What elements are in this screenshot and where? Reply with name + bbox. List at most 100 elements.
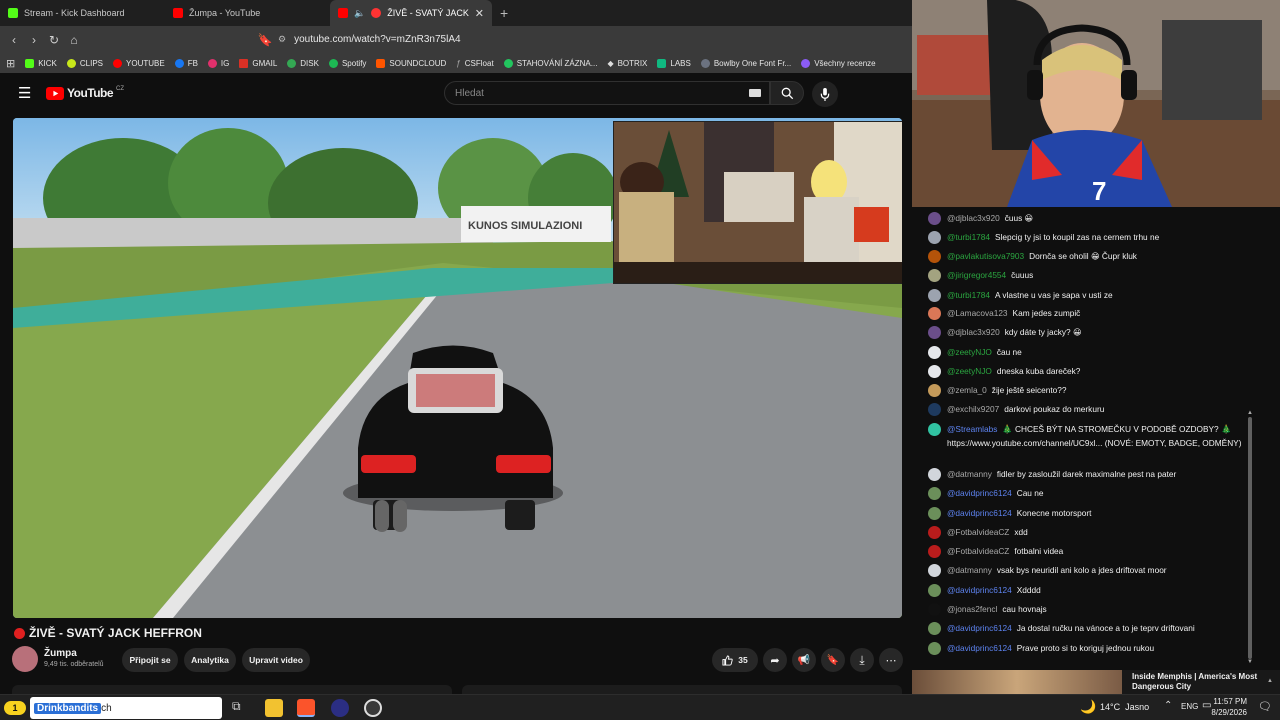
task-view-icon[interactable]: ⧉ xyxy=(232,699,241,714)
chat-username[interactable]: @FotbalvideaCZ xyxy=(947,546,1009,556)
bookmark-stahovani[interactable]: STAHOVÁNÍ ZÁZNA... xyxy=(503,58,597,68)
bookmark-fb[interactable]: FB xyxy=(174,58,198,68)
bookmark-kick[interactable]: KICK xyxy=(25,58,57,68)
bookmark-page-icon[interactable]: 🔖 xyxy=(255,33,275,47)
download-button[interactable]: ⤓ xyxy=(850,648,874,672)
bookmark-clips[interactable]: CLIPS xyxy=(66,58,103,68)
chat-avatar[interactable] xyxy=(928,642,941,655)
video-player[interactable]: KUNOS SIMULAZIONI xyxy=(13,118,902,618)
file-explorer-icon[interactable] xyxy=(265,699,283,717)
chat-username[interactable]: @davidprinc6124 xyxy=(947,488,1012,498)
voice-search-button[interactable] xyxy=(812,81,838,107)
chat-username[interactable]: @davidprinc6124 xyxy=(947,623,1012,633)
chat-scrollbar[interactable] xyxy=(1248,417,1252,659)
chat-username[interactable]: @pavlakutisova7903 xyxy=(947,251,1024,261)
clock-date[interactable]: 8/29/2026 xyxy=(1200,708,1247,717)
chat-username[interactable]: @djblac3x920 xyxy=(947,213,1000,223)
join-button[interactable]: Připojit se xyxy=(122,648,178,672)
bookmark-disk[interactable]: DISK xyxy=(287,58,319,68)
chat-avatar[interactable] xyxy=(928,545,941,558)
tab-zumpa-youtube[interactable]: Žumpa - YouTube xyxy=(165,0,330,26)
chat-username[interactable]: @zemla_0 xyxy=(947,385,987,395)
channel-avatar[interactable] xyxy=(12,646,38,672)
chat-username[interactable]: @turbi1784 xyxy=(947,290,990,300)
chat-avatar[interactable] xyxy=(928,250,941,263)
scroll-up-icon[interactable]: ▲ xyxy=(1267,678,1273,684)
save-button[interactable]: 🔖 xyxy=(821,648,845,672)
forward-icon[interactable]: › xyxy=(24,33,44,47)
chat-avatar[interactable] xyxy=(928,487,941,500)
close-tab-icon[interactable]: ✕ xyxy=(475,7,484,20)
more-actions-button[interactable]: ⋯ xyxy=(879,648,903,672)
edit-video-button[interactable]: Upravit video xyxy=(242,648,310,672)
bookmark-recenze[interactable]: Všechny recenze xyxy=(801,58,876,68)
chat-username[interactable]: @datmanny xyxy=(947,565,992,575)
home-icon[interactable]: ⌂ xyxy=(64,33,84,47)
bookmark-ig[interactable]: IG xyxy=(207,58,229,68)
chat-avatar[interactable] xyxy=(928,307,941,320)
tray-expand-icon[interactable]: ⌃ xyxy=(1164,700,1172,711)
chat-username[interactable]: @Streamlabs xyxy=(947,424,997,434)
reload-icon[interactable]: ↻ xyxy=(44,33,64,47)
chat-avatar[interactable] xyxy=(928,564,941,577)
notification-center-icon[interactable]: 🗨 xyxy=(1258,700,1272,713)
chat-username[interactable]: @jonas2fencl xyxy=(947,604,997,614)
chat-username[interactable]: @davidprinc6124 xyxy=(947,508,1012,518)
chat-username[interactable]: @jirigregor4554 xyxy=(947,270,1006,280)
notification-badge[interactable]: 1 xyxy=(4,701,26,715)
language-indicator[interactable]: ENG xyxy=(1181,702,1198,711)
chat-username[interactable]: @davidprinc6124 xyxy=(947,643,1012,653)
chat-avatar[interactable] xyxy=(928,603,941,616)
chat-avatar[interactable] xyxy=(928,289,941,302)
chat-avatar[interactable] xyxy=(928,212,941,225)
scroll-up-icon[interactable]: ▲ xyxy=(1247,410,1253,416)
bookmark-spotify[interactable]: Spotify xyxy=(328,58,366,68)
menu-icon[interactable]: ☰ xyxy=(18,84,31,102)
chat-username[interactable]: @FotbalvideaCZ xyxy=(947,527,1009,537)
share-button[interactable]: ➦ xyxy=(763,648,787,672)
chat-username[interactable]: @datmanny xyxy=(947,469,992,479)
apps-grid-icon[interactable]: ⊞ xyxy=(6,57,15,70)
chat-avatar[interactable] xyxy=(928,231,941,244)
report-button[interactable]: 📢 xyxy=(792,648,816,672)
channel-name[interactable]: Žumpa xyxy=(44,648,77,659)
brave-browser-icon[interactable] xyxy=(297,699,315,717)
chat-username[interactable]: @zeetyNJO xyxy=(947,347,992,357)
chat-avatar[interactable] xyxy=(928,346,941,359)
chat-username[interactable]: @zeetyNJO xyxy=(947,366,992,376)
bookmark-gmail[interactable]: GMAIL xyxy=(239,58,277,68)
weather-icon[interactable]: 🌙 xyxy=(1080,699,1096,715)
chat-avatar[interactable] xyxy=(928,326,941,339)
chat-avatar[interactable] xyxy=(928,526,941,539)
chat-username[interactable]: @djblac3x920 xyxy=(947,327,1000,337)
bookmark-labs[interactable]: LABS xyxy=(657,58,691,68)
chat-avatar[interactable] xyxy=(928,384,941,397)
chat-avatar[interactable] xyxy=(928,423,941,436)
chat-avatar[interactable] xyxy=(928,403,941,416)
chat-username[interactable]: @turbi1784 xyxy=(947,232,990,242)
chat-avatar[interactable] xyxy=(928,269,941,282)
search-button[interactable] xyxy=(770,81,804,105)
keyboard-icon[interactable] xyxy=(749,89,761,97)
analytics-button[interactable]: Analytika xyxy=(184,648,236,672)
obs-icon[interactable] xyxy=(364,699,382,717)
tab-kick-dashboard[interactable]: Stream - Kick Dashboard xyxy=(0,0,165,26)
bookmark-csfloat[interactable]: ƒ CSFloat xyxy=(456,59,493,68)
chat-avatar[interactable] xyxy=(928,622,941,635)
search-input[interactable]: Hledat xyxy=(444,81,770,105)
site-info-icon[interactable]: ⚙ xyxy=(278,34,286,45)
chat-avatar[interactable] xyxy=(928,507,941,520)
clock-time[interactable]: 11:57 PM xyxy=(1207,697,1247,706)
app-q-icon[interactable] xyxy=(331,699,349,717)
back-icon[interactable]: ‹ xyxy=(4,33,24,47)
bookmark-botrix[interactable]: ◆ BOTRIX xyxy=(607,59,647,68)
chat-username[interactable]: @davidprinc6124 xyxy=(947,585,1012,595)
chat-avatar[interactable] xyxy=(928,584,941,597)
new-tab-button[interactable]: + xyxy=(492,0,516,26)
bookmark-youtube[interactable]: YOUTUBE xyxy=(113,58,165,68)
speaker-icon[interactable]: 🔈 xyxy=(354,8,365,19)
chat-avatar[interactable] xyxy=(928,468,941,481)
address-bar[interactable]: ⚙ youtube.com/watch?v=mZnR3n75lA4 xyxy=(278,30,908,49)
scroll-down-icon[interactable]: ▼ xyxy=(1247,659,1253,665)
chat-avatar[interactable] xyxy=(928,365,941,378)
